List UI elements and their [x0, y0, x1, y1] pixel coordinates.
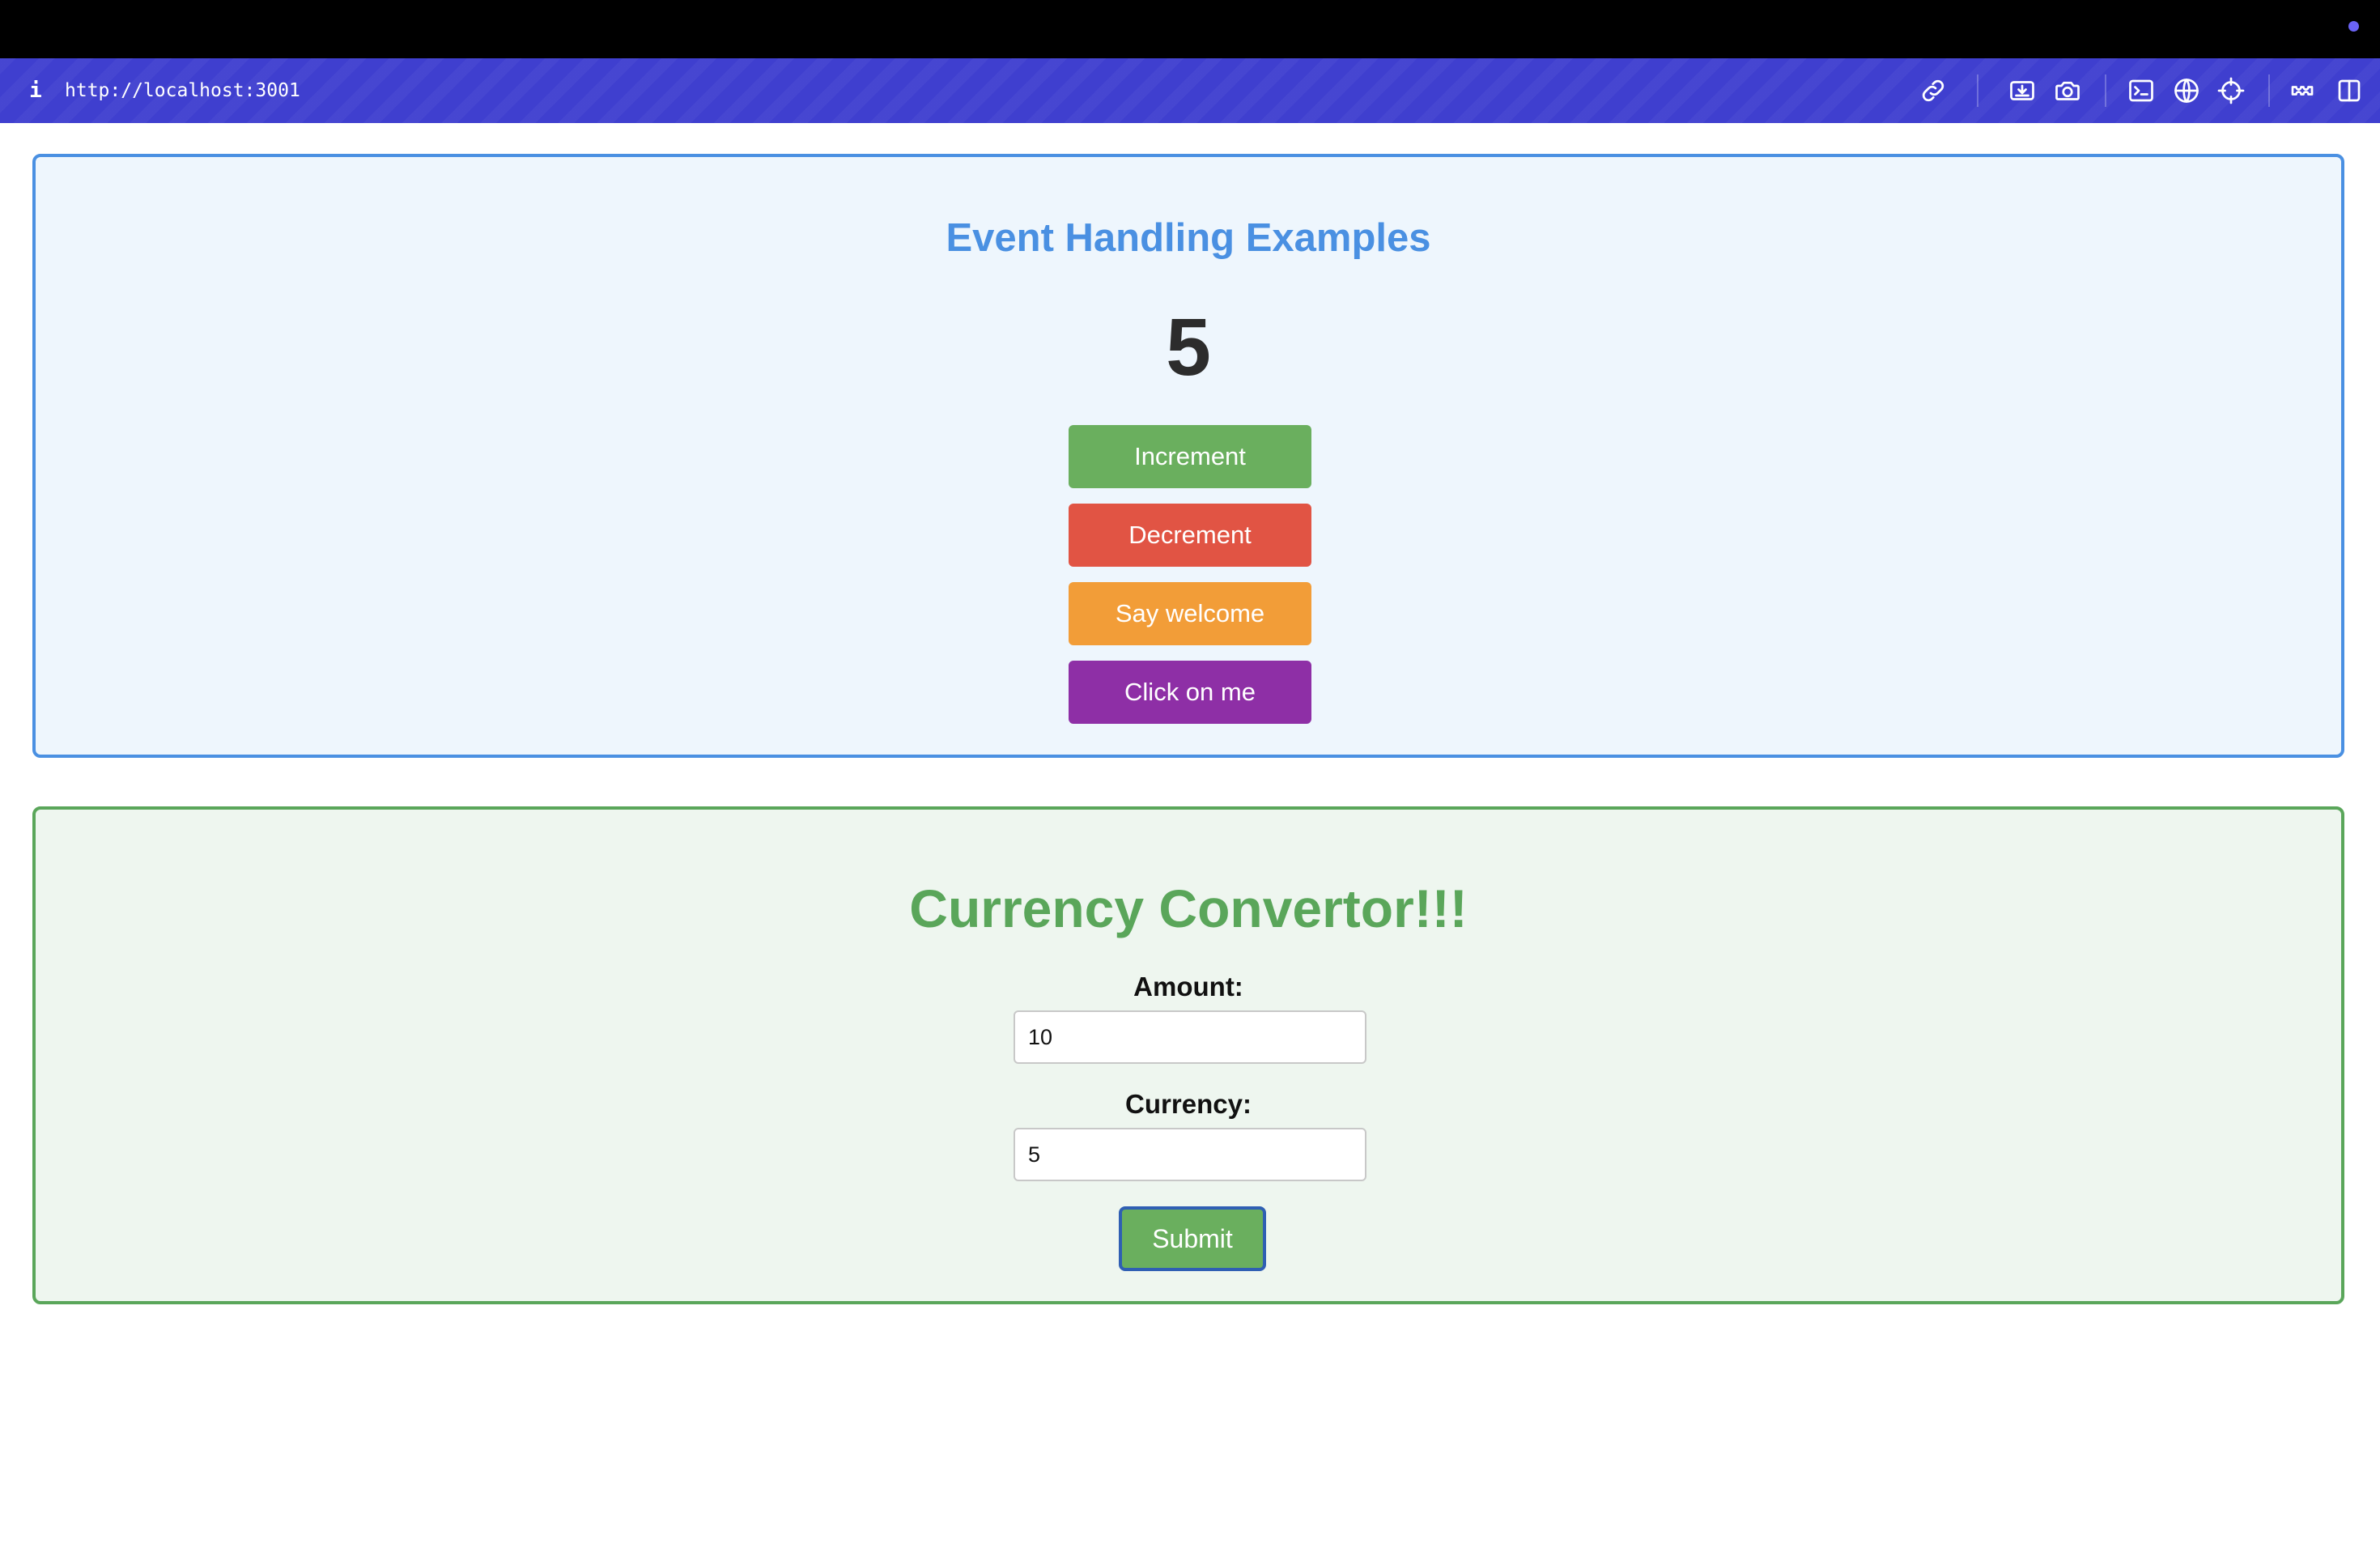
toolbar-divider: [1977, 74, 1978, 107]
toolbar-divider: [2105, 74, 2106, 107]
toolbar-divider: [2268, 74, 2270, 107]
amount-label: Amount:: [1133, 972, 1243, 1002]
screenshot-area-icon[interactable]: [2008, 76, 2037, 105]
split-view-icon[interactable]: [2335, 76, 2364, 105]
increment-button[interactable]: Increment: [1069, 425, 1311, 488]
currency-label: Currency:: [1125, 1089, 1252, 1119]
currency-input[interactable]: [1014, 1128, 1366, 1181]
currency-converter-title: Currency Convertor!!!: [909, 878, 1468, 938]
amount-input[interactable]: [1014, 1010, 1366, 1064]
extension-icon[interactable]: [2288, 76, 2317, 105]
counter-value: 5: [1166, 302, 1211, 393]
decrement-button[interactable]: Decrement: [1069, 504, 1311, 567]
currency-converter-panel: Currency Convertor!!! Amount: Currency: …: [32, 806, 2344, 1304]
system-top-bar: [0, 0, 2380, 58]
info-icon[interactable]: i: [28, 76, 44, 105]
camera-icon[interactable]: [2053, 76, 2082, 105]
terminal-icon[interactable]: [2127, 76, 2156, 105]
event-handling-title: Event Handling Examples: [946, 216, 1431, 260]
crosshair-icon[interactable]: [2216, 76, 2246, 105]
globe-icon[interactable]: [2172, 76, 2201, 105]
browser-toolbar: i http://localhost:3001: [0, 58, 2380, 123]
event-handling-panel: Event Handling Examples 5 Increment Decr…: [32, 154, 2344, 758]
status-dot: [2348, 21, 2359, 32]
say-welcome-button[interactable]: Say welcome: [1069, 582, 1311, 645]
click-on-me-button[interactable]: Click on me: [1069, 661, 1311, 724]
link-icon[interactable]: [1919, 76, 1948, 105]
submit-button[interactable]: Submit: [1119, 1206, 1266, 1271]
address-bar[interactable]: http://localhost:3001: [65, 76, 300, 105]
